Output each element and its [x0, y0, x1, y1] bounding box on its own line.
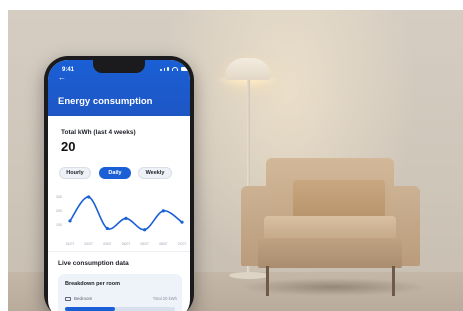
x-tick-label: 01/07: [66, 242, 75, 246]
bed-icon: [65, 297, 71, 301]
consumption-line-chart: 300 200 100 01/07 02/07 03/07 04/07 05/07 06/07 0…: [56, 195, 186, 246]
x-tick-label: 03/07: [103, 242, 112, 246]
tab-hourly[interactable]: Hourly: [59, 167, 91, 179]
breakdown-title: Breakdown per room: [65, 281, 121, 287]
data-point[interactable]: [161, 209, 165, 213]
armchair-front: [258, 238, 402, 268]
armchair-leg: [266, 266, 269, 296]
room-total: Total 20 kWh: [152, 296, 177, 301]
signal-icon: [167, 67, 169, 71]
status-icons: [160, 67, 189, 71]
data-point[interactable]: [87, 195, 91, 199]
y-tick-label: 300: [56, 195, 62, 199]
series-line: [69, 196, 183, 231]
x-tick-label: 04/07: [122, 242, 131, 246]
room-usage-fill: [65, 307, 115, 311]
x-tick-label: 06/07: [159, 242, 168, 246]
phone-notch: [93, 60, 145, 73]
x-tick-label: 05/07: [140, 242, 149, 246]
live-section-title: Live consumption data: [58, 260, 129, 267]
smartphone: 9:41 ← Energy consumption Total kWh (las…: [44, 56, 194, 311]
data-point[interactable]: [180, 220, 184, 224]
signal-icon: [160, 69, 162, 71]
back-arrow-icon[interactable]: ←: [58, 74, 66, 82]
signal-icon: [163, 68, 165, 71]
x-tick-label: 07/07: [178, 242, 186, 246]
phone-screen: 9:41 ← Energy consumption Total kWh (las…: [48, 60, 190, 311]
divider: [48, 251, 190, 252]
room-usage-bar: [65, 307, 175, 311]
tab-daily[interactable]: Daily: [99, 167, 131, 179]
armchair-seat: [264, 216, 396, 240]
armchair-cushion: [293, 180, 385, 218]
total-kwh-value: 20: [61, 139, 76, 154]
page-title: Energy consumption: [58, 96, 153, 107]
room-name: Bedroom: [74, 296, 93, 301]
battery-icon: [180, 67, 189, 71]
floor-lamp-shade: [225, 58, 271, 80]
breakdown-card[interactable]: Breakdown per room Bedroom Total 20 kWh: [58, 274, 182, 311]
armchair-leg: [392, 266, 395, 296]
tab-weekly[interactable]: Weekly: [138, 167, 172, 179]
data-point[interactable]: [143, 228, 147, 232]
tab-label: Weekly: [145, 170, 165, 176]
data-point[interactable]: [105, 226, 109, 231]
floor-lamp-base: [229, 272, 269, 279]
data-point[interactable]: [124, 216, 128, 220]
y-tick-label: 200: [56, 209, 62, 213]
room-row[interactable]: Bedroom Total 20 kWh: [65, 296, 177, 304]
tab-label: Daily: [108, 170, 122, 176]
data-point[interactable]: [68, 219, 72, 223]
tab-label: Hourly: [66, 170, 84, 176]
wifi-icon: [171, 67, 178, 71]
x-tick-label: 02/07: [84, 242, 93, 246]
total-kwh-label: Total kWh (last 4 weeks): [61, 129, 136, 136]
y-tick-label: 100: [56, 223, 62, 227]
